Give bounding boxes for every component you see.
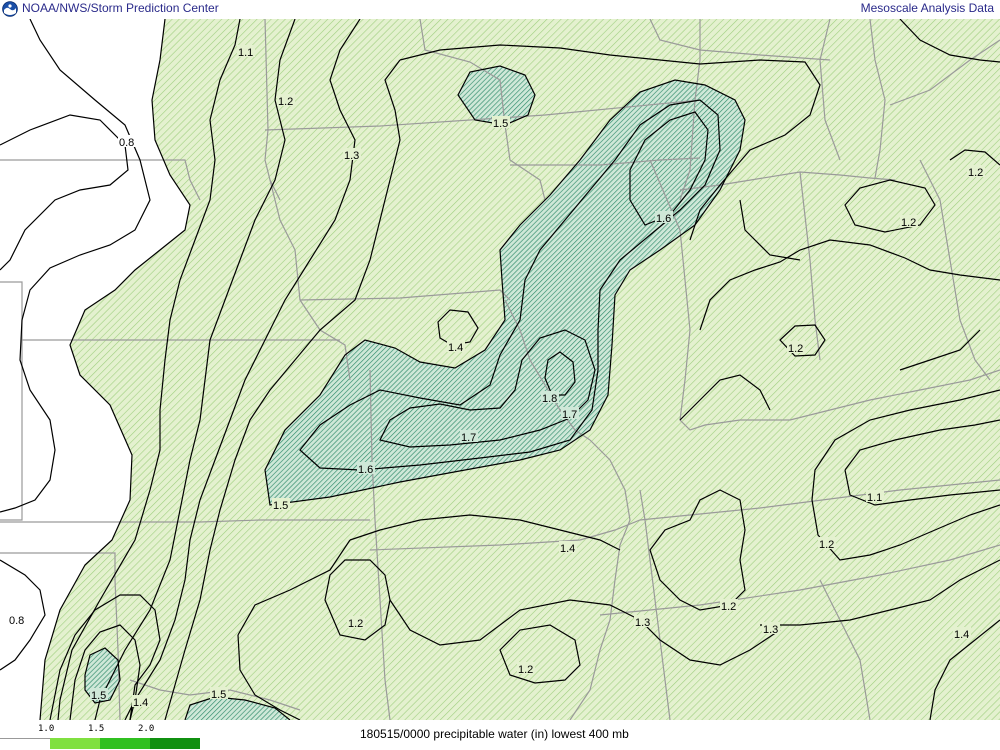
header-source: NOAA/NWS/Storm Prediction Center [22,1,219,15]
contour-label: 1.7 [561,407,579,421]
svg-text:1.2: 1.2 [819,539,834,551]
svg-text:1.6: 1.6 [358,464,373,476]
map-caption: 180515/0000 precipitable water (in) lowe… [360,727,629,741]
colorbar-swatch [0,738,50,750]
contour-label: 1.5 [90,688,108,702]
contour-label: 0.8 [118,135,136,149]
colorbar-tick-1-5: 1.5 [88,724,105,734]
contour-label: 1.2 [277,94,295,108]
colorbar-swatch [100,738,150,749]
contour-label: 1.3 [343,148,361,162]
contour-label: 1.4 [953,627,971,641]
svg-text:1.4: 1.4 [954,629,969,641]
header-product: Mesoscale Analysis Data [860,1,994,15]
svg-text:1.4: 1.4 [560,543,575,555]
contour-label: 1.6 [655,211,673,225]
svg-text:1.2: 1.2 [788,343,803,355]
contour-label: 1.1 [237,45,255,59]
svg-text:1.2: 1.2 [968,167,983,179]
svg-text:1.2: 1.2 [278,96,293,108]
svg-text:1.2: 1.2 [518,664,533,676]
contour-label: 1.2 [347,616,365,630]
contour-label: 1.4 [559,541,577,555]
svg-text:1.1: 1.1 [867,492,882,504]
svg-text:1.8: 1.8 [542,393,557,405]
contour-label: 1.5 [272,498,290,512]
svg-text:0.8: 0.8 [9,615,24,627]
noaa-logo-icon [2,1,18,17]
precipitable-water-map: 1.1 1.2 1.3 0.8 1.5 1.6 1.2 1.2 1.4 1.2 … [0,19,1000,720]
contour-label: 1.2 [900,215,918,229]
contour-label: 1.6 [357,462,375,476]
contour-label: 0.8 [8,613,26,627]
svg-text:1.7: 1.7 [461,432,476,444]
svg-text:1.5: 1.5 [91,690,106,702]
contour-label: 1.3 [634,615,652,629]
contour-label: 1.5 [210,687,228,701]
svg-text:1.5: 1.5 [211,689,226,701]
contour-label: 1.8 [541,391,559,405]
colorbar-swatch [150,738,200,749]
svg-text:1.6: 1.6 [656,213,671,225]
contour-label: 1.2 [787,341,805,355]
svg-text:1.2: 1.2 [901,217,916,229]
colorbar-swatch [50,738,100,749]
spc-map-page: NOAA/NWS/Storm Prediction Center Mesosca… [0,0,1000,750]
svg-text:1.3: 1.3 [344,150,359,162]
svg-text:1.5: 1.5 [493,118,508,130]
contour-label: 1.7 [460,430,478,444]
contour-label: 1.4 [132,695,150,709]
svg-text:1.2: 1.2 [348,618,363,630]
svg-text:1.4: 1.4 [448,342,463,354]
svg-text:1.7: 1.7 [562,409,577,421]
svg-text:1.1: 1.1 [238,47,253,59]
contour-label: 1.5 [492,116,510,130]
colorbar-tick-1-0: 1.0 [38,724,55,734]
contour-label: 1.2 [720,599,738,613]
svg-text:1.2: 1.2 [721,601,736,613]
svg-text:0.8: 0.8 [119,137,134,149]
svg-text:1.3: 1.3 [635,617,650,629]
contour-label: 1.2 [967,165,985,179]
contour-label: 1.2 [818,537,836,551]
contour-label: 1.1 [866,490,884,504]
contour-label: 1.2 [517,662,535,676]
colorbar-tick-2-0: 2.0 [138,724,155,734]
contour-label: 1.4 [447,340,465,354]
contour-label: 1.3 [762,622,780,636]
svg-text:1.4: 1.4 [133,697,148,709]
svg-text:1.3: 1.3 [763,624,778,636]
svg-text:1.5: 1.5 [273,500,288,512]
